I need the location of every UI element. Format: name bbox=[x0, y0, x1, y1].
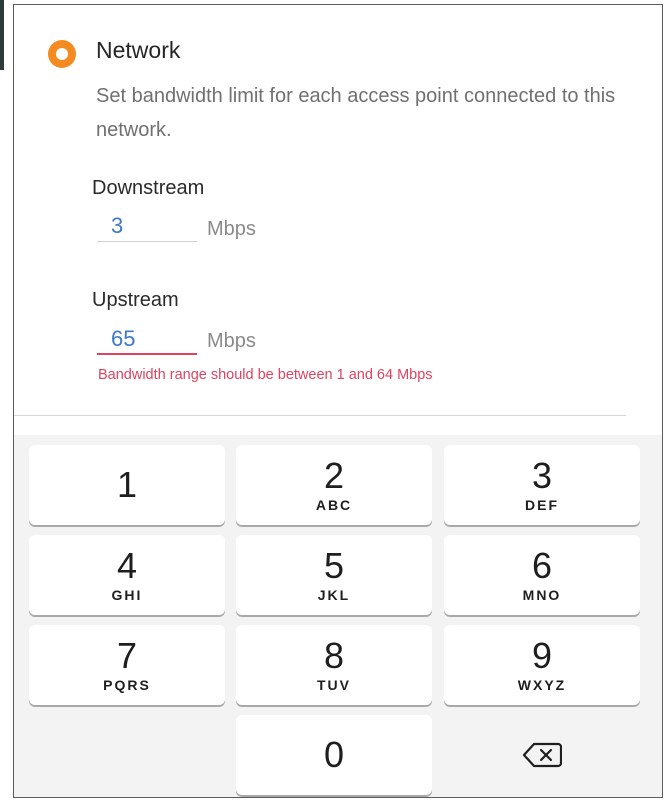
downstream-unit: Mbps bbox=[207, 218, 256, 240]
key-number: 2 bbox=[323, 455, 345, 496]
key-9[interactable]: 9 WXYZ bbox=[444, 625, 640, 705]
key-1[interactable]: 1 bbox=[29, 445, 225, 525]
key-7[interactable]: 7 PQRS bbox=[29, 625, 225, 705]
network-description: Set bandwidth limit for each access poin… bbox=[96, 85, 616, 141]
upstream-unit: Mbps bbox=[207, 330, 256, 352]
key-letters: WXYZ bbox=[517, 677, 567, 693]
key-letters: JKL bbox=[317, 587, 351, 603]
divider bbox=[14, 415, 626, 416]
key-number: 4 bbox=[116, 545, 138, 586]
upstream-error-message: Bandwidth range should be between 1 and … bbox=[98, 367, 433, 383]
numeric-keypad: 1 2 ABC 3 DEF 4 GHI 5 JKL 6 MNO 7 PQRS 8… bbox=[14, 435, 662, 797]
key-8[interactable]: 8 TUV bbox=[236, 625, 432, 705]
upstream-input[interactable]: 65 bbox=[97, 323, 197, 355]
downstream-input[interactable]: 3 bbox=[97, 210, 197, 242]
key-letters: GHI bbox=[111, 587, 143, 603]
key-number: 1 bbox=[116, 464, 138, 505]
key-letters: MNO bbox=[522, 587, 562, 603]
network-radio-button[interactable] bbox=[48, 40, 76, 68]
key-number: 7 bbox=[116, 635, 138, 676]
left-edge-strip bbox=[0, 0, 4, 70]
key-6[interactable]: 6 MNO bbox=[444, 535, 640, 615]
downstream-label: Downstream bbox=[92, 177, 205, 199]
key-letters: DEF bbox=[525, 497, 559, 513]
key-letters: ABC bbox=[315, 497, 353, 513]
bandwidth-panel: Network Set bandwidth limit for each acc… bbox=[13, 4, 663, 798]
key-number: 0 bbox=[323, 734, 345, 775]
key-number: 8 bbox=[323, 635, 345, 676]
network-title: Network bbox=[96, 37, 181, 63]
key-letters: PQRS bbox=[103, 677, 151, 693]
key-2[interactable]: 2 ABC bbox=[236, 445, 432, 525]
backspace-button[interactable] bbox=[444, 715, 640, 795]
key-number: 3 bbox=[531, 455, 553, 496]
key-3[interactable]: 3 DEF bbox=[444, 445, 640, 525]
backspace-icon bbox=[522, 742, 562, 768]
key-0[interactable]: 0 bbox=[236, 715, 432, 795]
key-number: 9 bbox=[531, 635, 553, 676]
upstream-label: Upstream bbox=[92, 289, 179, 311]
key-number: 5 bbox=[323, 545, 345, 586]
key-4[interactable]: 4 GHI bbox=[29, 535, 225, 615]
key-number: 6 bbox=[531, 545, 553, 586]
key-5[interactable]: 5 JKL bbox=[236, 535, 432, 615]
key-letters: TUV bbox=[317, 677, 351, 693]
